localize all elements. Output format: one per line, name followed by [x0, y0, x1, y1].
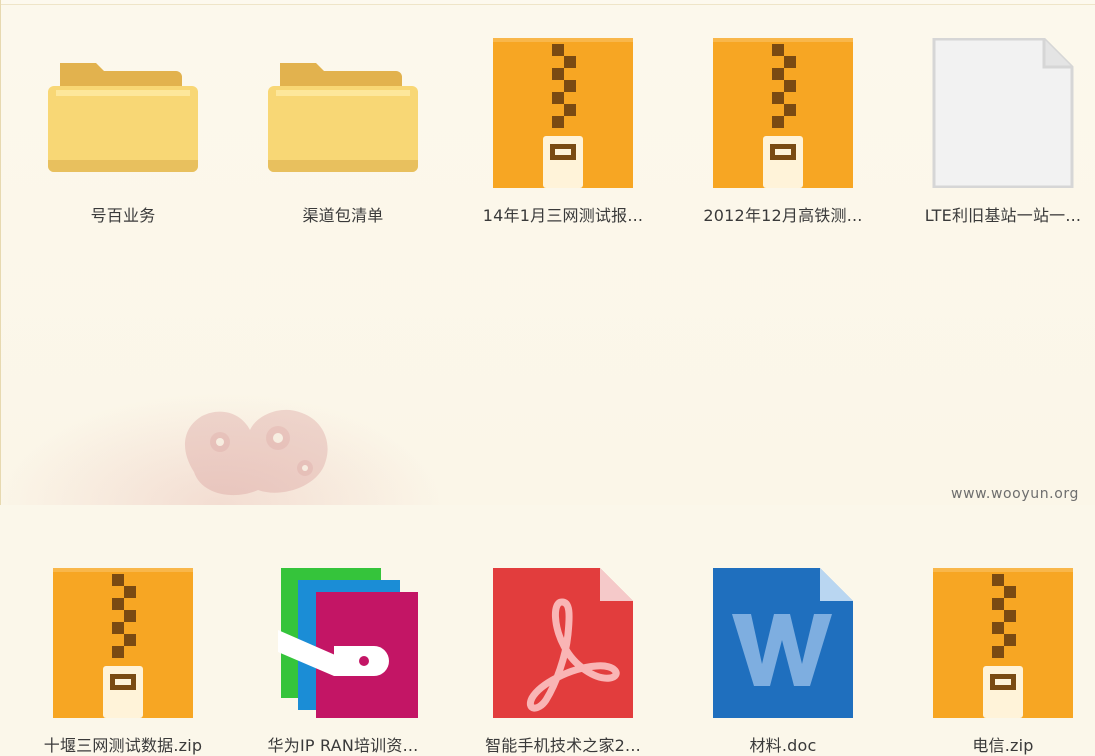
file-name: 渠道包清单: [302, 206, 384, 225]
file-name: 智能手机技术之家2...: [485, 736, 641, 755]
file-item-folder-qudao[interactable]: 渠道包清单: [233, 30, 453, 295]
file-item-zip-14nian[interactable]: 14年1月三网测试报...: [453, 30, 673, 295]
file-name: 电信.zip: [972, 736, 1034, 755]
file-name: 十堰三网测试数据.zip: [43, 736, 203, 755]
file-item-zip-dianxin[interactable]: 电信.zip: [893, 295, 1095, 755]
file-name: 号百业务: [90, 206, 156, 225]
file-grid: 号百业务 渠道包清单 14年1月三网测试报... 2012年12月高铁测... …: [13, 30, 1095, 755]
top-border: [0, 0, 1095, 5]
folder-icon: [48, 38, 198, 188]
file-item-folder-haobai[interactable]: 号百业务: [13, 30, 233, 295]
folder-icon: [268, 38, 418, 188]
left-border: [0, 0, 1, 505]
file-name: 材料.doc: [749, 736, 817, 755]
file-item-zip-2012[interactable]: 2012年12月高铁测...: [673, 30, 893, 295]
zip-archive-icon: [488, 38, 638, 188]
file-name: LTE利旧基站一站一...: [924, 206, 1082, 225]
file-item-zip-shiyan[interactable]: 十堰三网测试数据.zip: [13, 295, 233, 755]
file-item-blank-lte[interactable]: LTE利旧基站一站一...: [893, 30, 1095, 295]
pdf-icon: [488, 568, 638, 718]
blank-document-icon: [928, 38, 1078, 188]
file-item-pdf-zhineng[interactable]: 智能手机技术之家2...: [453, 295, 673, 755]
watermark-text: www.wooyun.org: [951, 486, 1079, 502]
file-name: 华为IP RAN培训资...: [267, 736, 419, 755]
office-installer-icon: [268, 568, 418, 718]
zip-archive-icon: [48, 568, 198, 718]
file-name: 2012年12月高铁测...: [703, 206, 863, 225]
word-document-icon: [708, 568, 858, 718]
zip-archive-icon: [708, 38, 858, 188]
file-item-setup-huawei[interactable]: 华为IP RAN培训资...: [233, 295, 453, 755]
file-item-doc-cailiao[interactable]: 材料.doc: [673, 295, 893, 755]
file-name: 14年1月三网测试报...: [482, 206, 644, 225]
zip-archive-icon: [928, 568, 1078, 718]
